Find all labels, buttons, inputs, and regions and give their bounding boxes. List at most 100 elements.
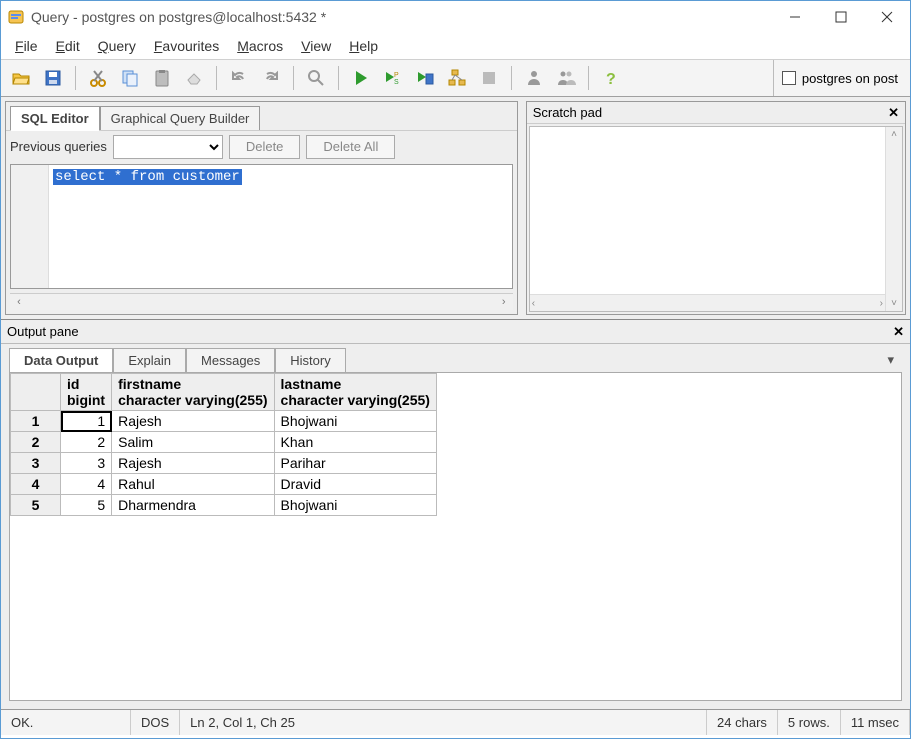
- scratch-pad-panel: Scratch pad ✕ ˄˅ ‹›: [526, 101, 906, 315]
- output-pane-close-icon[interactable]: ✕: [893, 324, 904, 340]
- paste-icon[interactable]: [147, 63, 177, 93]
- status-bar: OK. DOS Ln 2, Col 1, Ch 25 24 chars 5 ro…: [1, 709, 910, 735]
- scratch-hscrollbar[interactable]: ‹›: [530, 294, 885, 311]
- redo-icon[interactable]: [256, 63, 286, 93]
- row-number: 1: [11, 411, 61, 432]
- work-area: SQL Editor Graphical Query Builder Previ…: [1, 97, 910, 319]
- execute-icon[interactable]: [346, 63, 376, 93]
- editor-gutter: [11, 165, 49, 288]
- row-number: 3: [11, 453, 61, 474]
- cell-firstname[interactable]: Salim: [112, 432, 274, 453]
- copy-icon[interactable]: [115, 63, 145, 93]
- clear-icon[interactable]: [179, 63, 209, 93]
- cell-lastname[interactable]: Bhojwani: [274, 495, 436, 516]
- svg-text:P: P: [394, 72, 399, 79]
- save-icon[interactable]: [38, 63, 68, 93]
- tab-data-output[interactable]: Data Output: [9, 348, 113, 372]
- toolbar: PS ? postgres on post: [1, 59, 910, 97]
- row-number: 2: [11, 432, 61, 453]
- scratch-vscrollbar[interactable]: ˄˅: [885, 127, 902, 311]
- scratch-pad-body[interactable]: ˄˅ ‹›: [529, 126, 903, 312]
- cell-id[interactable]: 1: [61, 411, 112, 432]
- menubar: FileEditQueryFavouritesMacrosViewHelp: [1, 33, 910, 59]
- users-icon[interactable]: [551, 63, 581, 93]
- output-pane: Output pane ✕ Data Output Explain Messag…: [1, 319, 910, 709]
- editor-selected-text: select * from customer: [53, 169, 242, 185]
- menu-macros[interactable]: Macros: [229, 36, 291, 56]
- execute-file-icon[interactable]: [410, 63, 440, 93]
- menu-edit[interactable]: Edit: [48, 36, 88, 56]
- status-mode: DOS: [131, 710, 180, 735]
- cell-lastname[interactable]: Khan: [274, 432, 436, 453]
- titlebar: Query - postgres on postgres@localhost:5…: [1, 1, 910, 33]
- execute-pgscript-icon[interactable]: PS: [378, 63, 408, 93]
- menu-file[interactable]: File: [7, 36, 46, 56]
- status-position: Ln 2, Col 1, Ch 25: [180, 710, 707, 735]
- window-title: Query - postgres on postgres@localhost:5…: [31, 9, 772, 25]
- cell-id[interactable]: 4: [61, 474, 112, 495]
- explain-icon[interactable]: [442, 63, 472, 93]
- cell-firstname[interactable]: Rajesh: [112, 411, 274, 432]
- editor-code-area[interactable]: select * from customer: [49, 165, 512, 288]
- tab-sql-editor[interactable]: SQL Editor: [10, 106, 100, 131]
- maximize-button[interactable]: [818, 1, 864, 33]
- column-header-id[interactable]: idbigint: [61, 374, 112, 411]
- cell-id[interactable]: 5: [61, 495, 112, 516]
- delete-all-button[interactable]: Delete All: [306, 135, 395, 159]
- sql-editor[interactable]: select * from customer: [10, 164, 513, 289]
- delete-button[interactable]: Delete: [229, 135, 301, 159]
- cell-firstname[interactable]: Rajesh: [112, 453, 274, 474]
- undo-icon[interactable]: [224, 63, 254, 93]
- table-row[interactable]: 44RahulDravid: [11, 474, 437, 495]
- cell-id[interactable]: 2: [61, 432, 112, 453]
- svg-text:S: S: [394, 79, 399, 86]
- scratch-pad-close-icon[interactable]: ✕: [888, 105, 899, 121]
- open-icon[interactable]: [6, 63, 36, 93]
- cell-firstname[interactable]: Dharmendra: [112, 495, 274, 516]
- cell-lastname[interactable]: Bhojwani: [274, 411, 436, 432]
- cell-lastname[interactable]: Dravid: [274, 474, 436, 495]
- editor-hscrollbar[interactable]: ‹›: [10, 293, 513, 310]
- cell-id[interactable]: 3: [61, 453, 112, 474]
- stop-icon[interactable]: [474, 63, 504, 93]
- data-grid[interactable]: idbigintfirstnamecharacter varying(255)l…: [9, 372, 902, 701]
- tab-explain[interactable]: Explain: [113, 348, 186, 372]
- menu-help[interactable]: Help: [341, 36, 386, 56]
- svg-text:?: ?: [606, 71, 616, 88]
- table-row[interactable]: 11RajeshBhojwani: [11, 411, 437, 432]
- app-icon: [7, 8, 25, 26]
- tab-history[interactable]: History: [275, 348, 345, 372]
- row-number: 5: [11, 495, 61, 516]
- sql-editor-panel: SQL Editor Graphical Query Builder Previ…: [5, 101, 518, 315]
- help-icon[interactable]: ?: [596, 63, 626, 93]
- status-rows: 5 rows.: [778, 710, 841, 735]
- user-icon[interactable]: [519, 63, 549, 93]
- find-icon[interactable]: [301, 63, 331, 93]
- close-button[interactable]: [864, 1, 910, 33]
- connection-label: postgres on post: [802, 71, 898, 86]
- cell-firstname[interactable]: Rahul: [112, 474, 274, 495]
- table-row[interactable]: 33RajeshParihar: [11, 453, 437, 474]
- minimize-button[interactable]: [772, 1, 818, 33]
- status-ok: OK.: [1, 710, 131, 735]
- table-row[interactable]: 22SalimKhan: [11, 432, 437, 453]
- table-row[interactable]: 55DharmendraBhojwani: [11, 495, 437, 516]
- scratch-pad-title: Scratch pad: [533, 105, 602, 120]
- status-time: 11 msec: [841, 710, 910, 735]
- row-number: 4: [11, 474, 61, 495]
- menu-query[interactable]: Query: [90, 36, 144, 56]
- previous-queries-label: Previous queries: [10, 139, 107, 154]
- previous-queries-dropdown[interactable]: [113, 135, 223, 159]
- column-header-lastname[interactable]: lastnamecharacter varying(255): [274, 374, 436, 411]
- cell-lastname[interactable]: Parihar: [274, 453, 436, 474]
- tab-messages[interactable]: Messages: [186, 348, 275, 372]
- cut-icon[interactable]: [83, 63, 113, 93]
- menu-view[interactable]: View: [293, 36, 339, 56]
- tab-graphical-query-builder[interactable]: Graphical Query Builder: [100, 106, 261, 130]
- output-menu-chevron-icon[interactable]: ▾: [879, 348, 902, 372]
- column-header-firstname[interactable]: firstnamecharacter varying(255): [112, 374, 274, 411]
- menu-favourites[interactable]: Favourites: [146, 36, 227, 56]
- connection-readout[interactable]: postgres on post: [773, 60, 906, 96]
- status-chars: 24 chars: [707, 710, 778, 735]
- connection-checkbox[interactable]: [782, 71, 796, 85]
